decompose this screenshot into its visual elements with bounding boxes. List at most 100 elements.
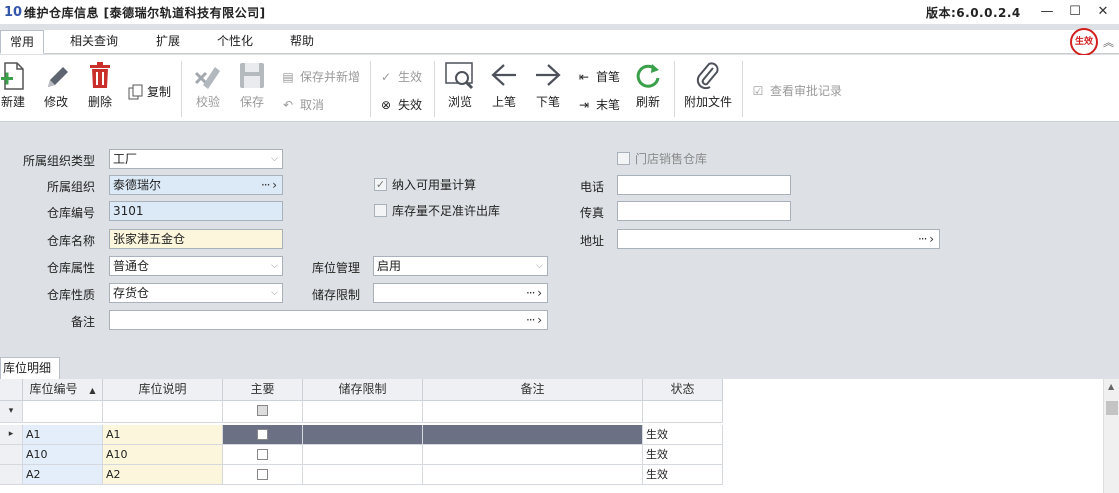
address-field[interactable]: ··· › [617, 229, 940, 249]
ribbon-toolbar: 新建 修改 删除 复制 校验 保存 ▤ 保存并新增 ↶ 取消 ✓ 生效 ⊗ 失效… [0, 55, 1119, 122]
filter-cell[interactable] [223, 401, 303, 423]
cell-remark[interactable] [423, 465, 643, 485]
phone-field[interactable] [617, 175, 791, 195]
save-and-new-button[interactable]: ▤ 保存并新增 [280, 68, 360, 85]
column-header-storage-limit[interactable]: 储存限制 [303, 379, 423, 401]
checkbox-icon [257, 469, 268, 480]
nature-label: 仓库性质 [46, 288, 95, 302]
column-header-primary[interactable]: 主要 [223, 379, 303, 401]
cell-status[interactable]: 生效 [643, 465, 723, 485]
filter-cell[interactable] [303, 401, 423, 423]
scrollbar-thumb[interactable] [1106, 401, 1118, 415]
delete-button[interactable]: 删除 [84, 61, 116, 110]
paperclip-icon [696, 62, 719, 90]
last-record-button[interactable]: ⇥ 末笔 [576, 96, 620, 113]
filter-cell[interactable] [103, 401, 223, 423]
tab-location-detail[interactable]: 库位明细 [0, 357, 60, 379]
storage-limit-field[interactable]: ··· › [373, 283, 548, 303]
location-mgmt-label: 库位管理 [311, 261, 360, 275]
cell-primary[interactable] [223, 445, 303, 465]
browse-button[interactable]: 浏览 [442, 61, 478, 110]
remark-field[interactable]: ··· › [109, 310, 548, 330]
tab-extend[interactable]: 扩展 [146, 30, 190, 54]
remark-label: 备注 [70, 315, 95, 329]
cancel-button[interactable]: ↶ 取消 [280, 96, 324, 113]
separator [742, 61, 743, 117]
verify-button[interactable]: 校验 [190, 61, 226, 110]
org-type-select[interactable]: 工厂 ⌵ [109, 149, 283, 169]
column-header-desc[interactable]: 库位说明 [103, 379, 223, 401]
scroll-up-icon[interactable]: ▲ [1108, 382, 1114, 391]
lookup-more-icon[interactable]: ··· › [261, 176, 277, 194]
name-field[interactable]: 张家港五金仓 [109, 229, 283, 249]
copy-button[interactable]: 复制 [128, 83, 171, 100]
cell-storage-limit[interactable] [303, 445, 423, 465]
previous-record-button[interactable]: 上笔 [488, 61, 520, 110]
lookup-more-icon[interactable]: ··· › [526, 284, 542, 302]
cell-code[interactable]: A1 [23, 425, 103, 445]
chevron-down-icon: ⌵ [271, 288, 278, 298]
code-label: 仓库编号 [46, 206, 95, 220]
deactivate-button[interactable]: ⊗ 失效 [378, 96, 422, 113]
tab-common[interactable]: 常用 [0, 30, 44, 54]
view-audit-button[interactable]: ☑ 查看审批记录 [750, 82, 842, 99]
cell-remark[interactable] [423, 445, 643, 465]
next-record-button[interactable]: 下笔 [532, 61, 564, 110]
separator [370, 61, 371, 117]
tab-related-query[interactable]: 相关查询 [62, 30, 126, 54]
cell-status[interactable]: 生效 [643, 425, 723, 445]
code-field[interactable]: 3101 [109, 201, 283, 221]
cell-storage-limit[interactable] [303, 465, 423, 485]
activate-button[interactable]: ✓ 生效 [378, 68, 422, 85]
location-mgmt-select[interactable]: 启用 ⌵ [373, 256, 548, 276]
filter-cell[interactable] [23, 401, 103, 423]
org-type-label: 所属组织类型 [22, 154, 95, 168]
checkbox-icon [257, 405, 268, 416]
filter-cell[interactable] [423, 401, 643, 423]
cell-status[interactable]: 生效 [643, 445, 723, 465]
address-label: 地址 [579, 234, 604, 248]
cell-code[interactable]: A10 [23, 445, 103, 465]
save-disk-icon [240, 63, 264, 88]
arrow-first-icon: ⇤ [578, 69, 590, 84]
cell-desc[interactable]: A1 [103, 425, 223, 445]
first-record-button[interactable]: ⇤ 首笔 [576, 68, 620, 85]
column-header-status[interactable]: 状态 [643, 379, 723, 401]
edit-button[interactable]: 修改 [40, 61, 72, 110]
minimize-button[interactable]: — [1036, 2, 1058, 22]
include-qty-checkbox[interactable]: ✓ 纳入可用量计算 [374, 176, 476, 193]
lookup-more-icon[interactable]: ··· › [526, 311, 542, 329]
column-header-code[interactable]: 库位编号 ▲ [23, 379, 103, 401]
fax-field[interactable] [617, 201, 791, 221]
attach-file-button[interactable]: 附加文件 [682, 61, 734, 110]
allow-negative-checkbox[interactable]: 库存量不足准许出库 [374, 202, 500, 219]
grid-scrollbar[interactable]: ▲ [1103, 379, 1119, 493]
new-button[interactable]: 新建 [0, 61, 26, 110]
attr-select[interactable]: 普通仓 ⌵ [109, 256, 283, 276]
separator [674, 61, 675, 117]
close-button[interactable]: ✕ [1092, 2, 1114, 22]
maximize-button[interactable]: ☐ [1064, 2, 1086, 22]
collapse-ribbon-icon[interactable]: ︽ [1103, 34, 1114, 50]
tab-help[interactable]: 帮助 [280, 30, 324, 54]
lookup-more-icon[interactable]: ··· › [918, 230, 934, 248]
cell-storage-limit[interactable] [303, 425, 423, 445]
store-warehouse-checkbox[interactable]: 门店销售仓库 [617, 150, 707, 167]
browse-search-icon [445, 62, 474, 90]
cell-remark[interactable] [423, 425, 643, 445]
org-label: 所属组织 [46, 180, 95, 194]
cell-primary[interactable] [223, 425, 303, 445]
column-header-remark[interactable]: 备注 [423, 379, 643, 401]
save-button[interactable]: 保存 [234, 61, 270, 110]
cell-code[interactable]: A2 [23, 465, 103, 485]
cell-desc[interactable]: A10 [103, 445, 223, 465]
org-field[interactable]: 泰德瑞尔 ··· › [109, 175, 283, 195]
filter-cell[interactable] [643, 401, 723, 423]
storage-limit-label: 储存限制 [311, 288, 360, 302]
cell-desc[interactable]: A2 [103, 465, 223, 485]
arrow-right-icon [536, 64, 561, 86]
cell-primary[interactable] [223, 465, 303, 485]
refresh-button[interactable]: 刷新 [632, 61, 664, 110]
nature-select[interactable]: 存货仓 ⌵ [109, 283, 283, 303]
tab-personalize[interactable]: 个性化 [208, 30, 262, 54]
